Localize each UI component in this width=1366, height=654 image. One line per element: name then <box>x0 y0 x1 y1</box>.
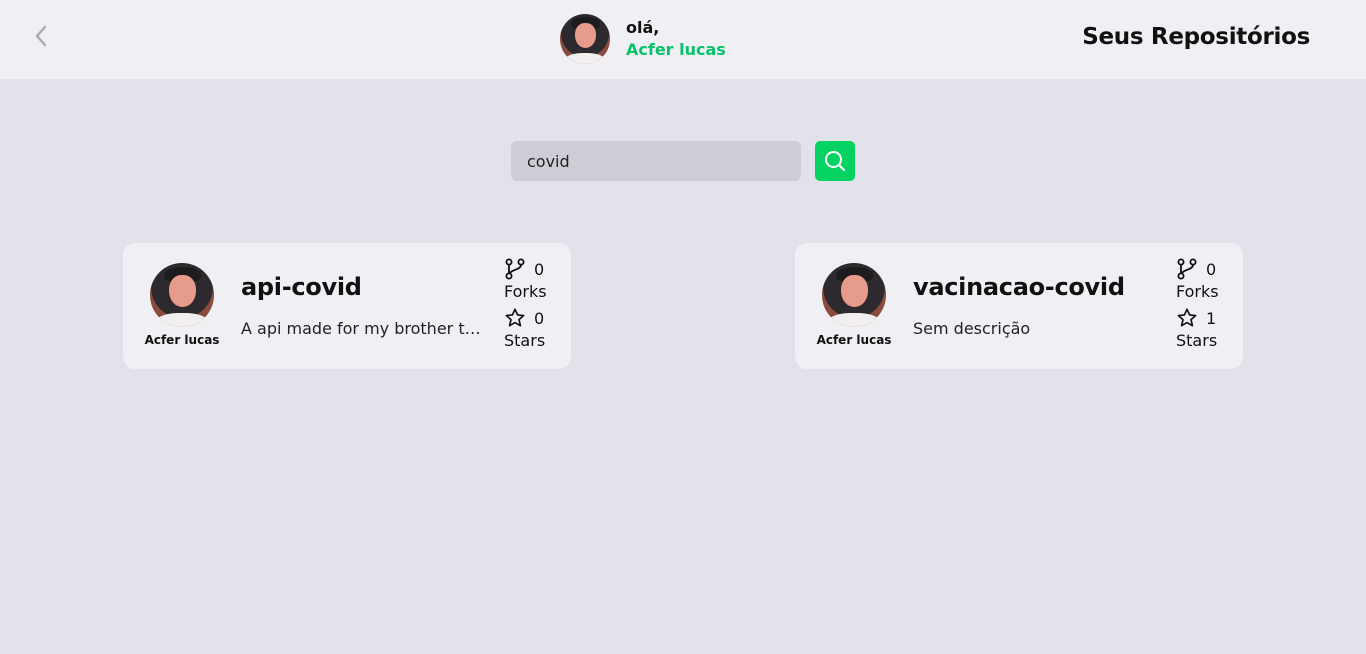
forks-stat: 0 Forks <box>1176 257 1226 302</box>
repo-owner: Acfer lucas <box>144 263 220 347</box>
forks-label: Forks <box>504 282 547 301</box>
repo-owner: Acfer lucas <box>816 263 892 347</box>
back-button[interactable] <box>28 22 54 50</box>
search-icon <box>825 151 846 172</box>
stars-stat: 0 Stars <box>504 306 554 351</box>
repo-name: vacinacao-covid <box>913 273 1125 301</box>
stars-label: Stars <box>1176 331 1218 350</box>
forks-count: 0 <box>534 259 545 279</box>
git-fork-icon <box>1177 258 1197 280</box>
repo-stats: 0 Forks 0 Stars <box>504 257 554 351</box>
user-name: Acfer lucas <box>626 40 726 59</box>
greeting-text: olá, <box>626 18 660 38</box>
stars-label: Stars <box>504 331 546 350</box>
stars-count: 1 <box>1206 308 1217 328</box>
star-icon <box>505 308 525 327</box>
repo-description: A api made for my brother to do the covi… <box>241 319 486 338</box>
repo-name: api-covid <box>241 273 362 301</box>
stars-count: 0 <box>534 308 545 328</box>
user-avatar <box>560 14 610 64</box>
owner-avatar <box>150 263 214 327</box>
user-info: olá, Acfer lucas <box>560 14 726 64</box>
forks-count: 0 <box>1206 259 1217 279</box>
greeting: olá, Acfer lucas <box>626 17 726 60</box>
git-fork-icon <box>505 258 525 280</box>
owner-avatar <box>822 263 886 327</box>
search-input[interactable] <box>511 141 801 181</box>
repo-stats: 0 Forks 1 Stars <box>1176 257 1226 351</box>
page-title: Seus Repositórios <box>1082 24 1310 50</box>
owner-name: Acfer lucas <box>816 333 892 347</box>
search-form <box>511 141 855 181</box>
repo-card[interactable]: Acfer lucas api-covid A api made for my … <box>123 243 571 369</box>
forks-stat: 0 Forks <box>504 257 554 302</box>
search-button[interactable] <box>815 141 855 181</box>
stars-stat: 1 Stars <box>1176 306 1226 351</box>
chevron-left-icon <box>35 25 47 47</box>
repo-card[interactable]: Acfer lucas vacinacao-covid Sem descriçã… <box>795 243 1243 369</box>
forks-label: Forks <box>1176 282 1219 301</box>
owner-name: Acfer lucas <box>144 333 220 347</box>
star-icon <box>1177 308 1197 327</box>
app-header: olá, Acfer lucas Seus Repositórios <box>0 0 1366 79</box>
repo-description: Sem descrição <box>913 319 1031 338</box>
